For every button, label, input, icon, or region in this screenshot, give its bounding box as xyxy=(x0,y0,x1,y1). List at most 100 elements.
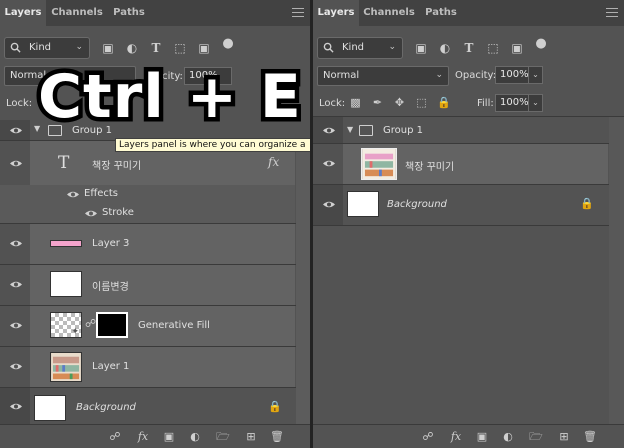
blend-mode-dropdown[interactable]: Normal ⌄ xyxy=(317,66,449,86)
fx-icon[interactable]: fx xyxy=(449,430,463,444)
chevron-down-icon: ⌄ xyxy=(75,42,83,52)
folder-icon[interactable]: 🗁 xyxy=(529,430,543,444)
tab-channels[interactable]: Channels xyxy=(361,0,417,26)
fx-icon[interactable]: fx xyxy=(136,430,150,444)
tab-paths[interactable]: Paths xyxy=(108,0,150,26)
filter-kind-dropdown[interactable]: Kind ⌄ xyxy=(4,37,90,59)
layer-row-background[interactable]: Background 🔒 xyxy=(0,388,295,424)
filter-toggle-icon[interactable]: ● xyxy=(220,36,236,52)
lock-label: Lock: xyxy=(319,98,346,109)
link-icon[interactable]: ☍ xyxy=(421,430,435,444)
layer-row-rename[interactable]: 이름변경 xyxy=(0,265,295,305)
tab-paths[interactable]: Paths xyxy=(421,0,461,26)
menu-icon[interactable] xyxy=(292,8,304,17)
bookshelf-thumbnail xyxy=(50,352,82,382)
opacity-field[interactable]: 100% ⌄ xyxy=(495,66,543,84)
filter-kind-dropdown[interactable]: Kind ⌄ xyxy=(317,37,403,59)
adjustment-icon[interactable]: ◐ xyxy=(501,430,515,444)
chevron-down-icon[interactable]: ▼ xyxy=(347,125,353,134)
layer-row-layer-1[interactable]: Layer 1 xyxy=(0,347,295,387)
new-layer-icon[interactable]: ⊞ xyxy=(244,430,258,444)
fill-field[interactable]: 100% ⌄ xyxy=(495,94,543,112)
mask-icon[interactable]: ▣ xyxy=(162,430,176,444)
opacity-label: Opacity: xyxy=(455,70,497,81)
adjustment-filter-icon[interactable]: ◐ xyxy=(437,40,453,56)
scrollbar[interactable] xyxy=(296,141,310,424)
folder-icon[interactable]: 🗁 xyxy=(216,430,230,444)
type-filter-icon[interactable]: T xyxy=(148,40,164,56)
scrollbar[interactable] xyxy=(609,117,624,424)
shortcut-overlay: Ctrl + E xyxy=(34,58,306,137)
menu-icon[interactable] xyxy=(606,8,618,17)
eye-icon[interactable] xyxy=(322,126,336,135)
tab-layers[interactable]: Layers xyxy=(0,0,46,26)
layer-row-group-1[interactable]: ▼ Group 1 xyxy=(313,117,608,143)
eye-icon[interactable] xyxy=(9,126,23,135)
chevron-down-icon[interactable]: ⌄ xyxy=(528,67,542,83)
layer-row-layer-3[interactable]: Layer 3 xyxy=(0,224,295,264)
eye-icon[interactable] xyxy=(9,402,23,411)
panel-tab-bar: Layers Channels Paths xyxy=(313,0,624,26)
lock-all-icon[interactable]: 🔒 xyxy=(437,96,451,109)
link-icon[interactable]: ☍ xyxy=(85,317,96,330)
lock-artboard-icon[interactable]: ⬚ xyxy=(415,96,428,109)
fx-icon[interactable]: fx xyxy=(268,155,279,169)
layer-thumbnail xyxy=(347,191,379,217)
chevron-down-icon: ⌄ xyxy=(435,70,443,80)
type-layer-icon: T xyxy=(58,153,70,173)
smart-object-filter-icon[interactable]: ▣ xyxy=(509,40,525,56)
adjustment-icon[interactable]: ◐ xyxy=(188,430,202,444)
eye-icon[interactable] xyxy=(9,362,23,371)
layer-thumbnail xyxy=(50,271,82,297)
new-layer-icon[interactable]: ⊞ xyxy=(557,430,571,444)
eye-icon[interactable] xyxy=(322,159,336,168)
lock-icon: 🔒 xyxy=(580,197,594,210)
lock-position-icon[interactable]: ✥ xyxy=(393,96,406,109)
eye-icon[interactable] xyxy=(9,280,23,289)
layer-row-generative-fill[interactable]: ✦ ☍ Generative Fill xyxy=(0,306,295,346)
layer-name: 책장 꾸미기 xyxy=(92,161,142,172)
image-filter-icon[interactable]: ▣ xyxy=(100,40,116,56)
mask-icon[interactable]: ▣ xyxy=(475,430,489,444)
lock-image-icon[interactable]: ✒ xyxy=(371,96,384,109)
layer-thumbnail xyxy=(34,395,66,421)
layer-name: Layer 1 xyxy=(92,361,130,372)
trash-icon[interactable]: 🗑 xyxy=(583,430,597,444)
effects-row[interactable]: Effects xyxy=(0,185,295,203)
tooltip: Layers panel is where you can organize a xyxy=(115,138,310,152)
layer-name: Group 1 xyxy=(383,125,423,136)
tab-channels[interactable]: Channels xyxy=(49,0,105,26)
layer-name: Background xyxy=(76,402,136,413)
smart-object-filter-icon[interactable]: ▣ xyxy=(196,40,212,56)
layer-thumbnail xyxy=(50,240,82,247)
layer-row-merged[interactable]: 책장 꾸미기 xyxy=(313,144,608,184)
stroke-label: Stroke xyxy=(102,207,134,218)
chevron-down-icon: ⌄ xyxy=(388,42,396,52)
stroke-effect-row[interactable]: Stroke xyxy=(0,203,295,223)
layer-row-background[interactable]: Background 🔒 xyxy=(313,185,608,225)
eye-icon[interactable] xyxy=(66,190,80,199)
mask-thumbnail[interactable] xyxy=(96,312,128,338)
eye-icon[interactable] xyxy=(9,239,23,248)
link-icon[interactable]: ☍ xyxy=(108,430,122,444)
trash-icon[interactable]: 🗑 xyxy=(270,430,284,444)
eye-icon[interactable] xyxy=(84,209,98,218)
row-divider xyxy=(313,225,609,226)
filter-toggle-icon[interactable]: ● xyxy=(533,36,549,52)
layers-bottom-bar: ☍ fx ▣ ◐ 🗁 ⊞ 🗑 xyxy=(313,424,624,448)
shape-filter-icon[interactable]: ⬚ xyxy=(485,40,501,56)
eye-icon[interactable] xyxy=(9,321,23,330)
chevron-down-icon[interactable]: ⌄ xyxy=(528,95,542,111)
type-filter-icon[interactable]: T xyxy=(461,40,477,56)
shape-filter-icon[interactable]: ⬚ xyxy=(172,40,188,56)
merged-thumbnail xyxy=(361,148,397,180)
layer-thumbnail: ✦ xyxy=(50,312,82,338)
filter-kind-label: Kind xyxy=(342,42,365,53)
eye-icon[interactable] xyxy=(322,200,336,209)
adjustment-filter-icon[interactable]: ◐ xyxy=(124,40,140,56)
tab-layers[interactable]: Layers xyxy=(313,0,359,26)
eye-icon[interactable] xyxy=(9,159,23,168)
image-filter-icon[interactable]: ▣ xyxy=(413,40,429,56)
lock-transparent-icon[interactable]: ▩ xyxy=(349,96,362,109)
layer-name: 책장 꾸미기 xyxy=(405,162,455,173)
